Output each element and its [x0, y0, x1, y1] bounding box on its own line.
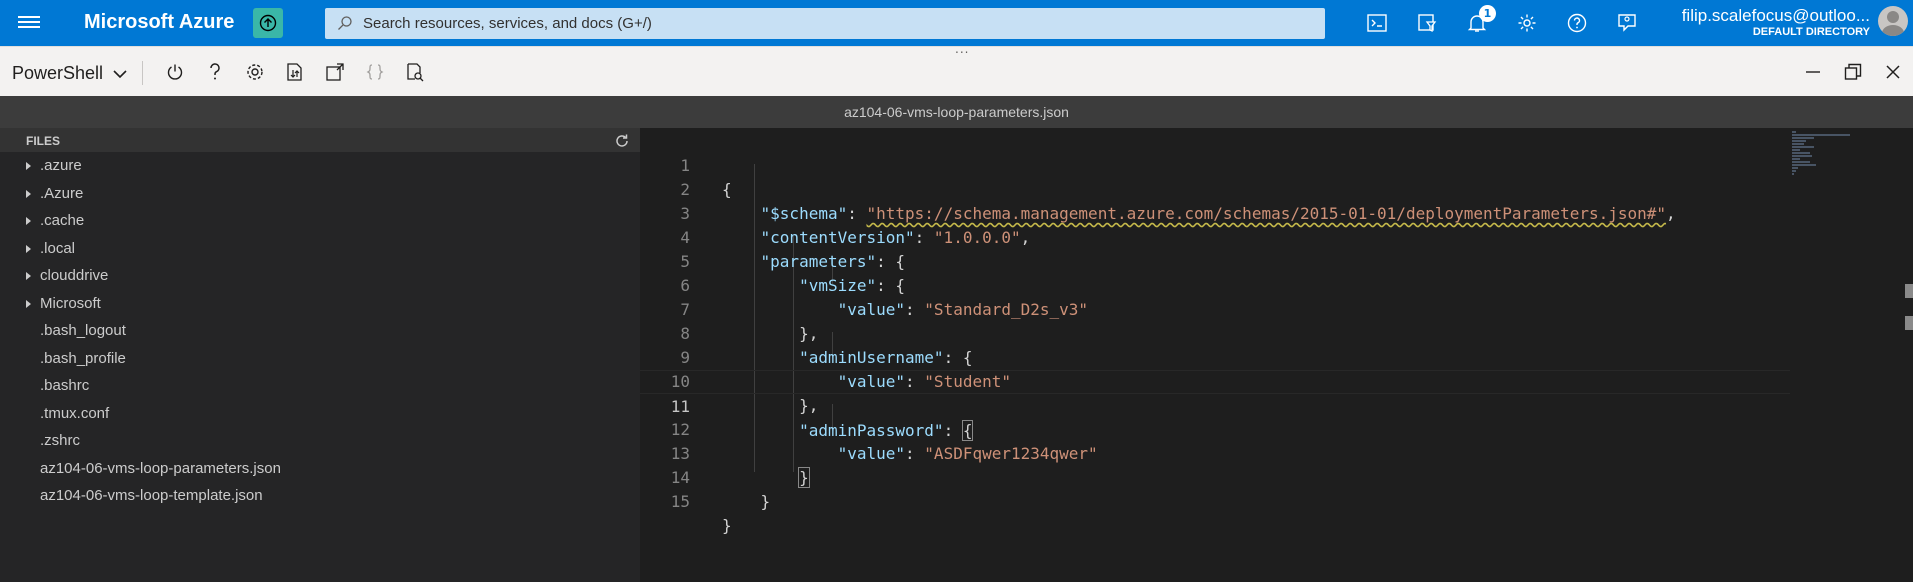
- folder-item[interactable]: .cache: [0, 207, 640, 235]
- feedback-icon[interactable]: [1602, 0, 1652, 46]
- folder-item[interactable]: clouddrive: [0, 262, 640, 290]
- code-line: 1 {: [640, 130, 1790, 199]
- scrollbar-marker: [1905, 316, 1913, 330]
- folder-label: .azure: [40, 157, 82, 174]
- settings-icon[interactable]: [1502, 0, 1552, 46]
- upgrade-icon[interactable]: [253, 8, 283, 38]
- file-item[interactable]: .zshrc: [0, 427, 640, 455]
- chevron-right-icon: [26, 162, 31, 170]
- folder-item[interactable]: .local: [0, 235, 640, 263]
- editor-file-title: az104-06-vms-loop-parameters.json: [0, 96, 1913, 128]
- portal-menu-icon[interactable]: [18, 13, 40, 33]
- folder-item[interactable]: .Azure: [0, 180, 640, 208]
- code-line: 6 "value": "Standard_D2s_v3": [640, 250, 1790, 319]
- notification-badge: 1: [1479, 5, 1496, 22]
- close-icon[interactable]: [1873, 57, 1913, 87]
- help-icon[interactable]: [1552, 0, 1602, 46]
- shell-type-select[interactable]: PowerShell: [12, 63, 127, 84]
- line-number: 15: [670, 492, 690, 511]
- explorer-header: FILES: [0, 128, 640, 152]
- shell-type-label: PowerShell: [12, 63, 104, 83]
- azure-top-bar: Microsoft Azure Search resources, servic…: [0, 0, 1913, 46]
- file-item[interactable]: .bashrc: [0, 372, 640, 400]
- code-line: 12 "value": "ASDFqwer1234qwer": [640, 394, 1790, 463]
- file-item[interactable]: az104-06-vms-loop-template.json: [0, 482, 640, 510]
- account-menu[interactable]: filip.scalefocus@outloo... DEFAULT DIREC…: [1670, 6, 1870, 38]
- file-item[interactable]: az104-06-vms-loop-parameters.json: [0, 455, 640, 483]
- restore-icon[interactable]: [1833, 57, 1873, 87]
- notifications-icon[interactable]: 1: [1452, 0, 1502, 46]
- web-preview-icon[interactable]: [395, 57, 435, 87]
- directory-filter-icon[interactable]: [1402, 0, 1452, 46]
- code-line-current: 11 "adminPassword": {: [640, 370, 1790, 441]
- code-line: 5 "vmSize": {: [640, 226, 1790, 295]
- chevron-right-icon: [26, 299, 31, 308]
- settings-icon[interactable]: [235, 57, 275, 87]
- chevron-right-icon: [26, 189, 31, 198]
- editor-braces-icon[interactable]: [355, 57, 395, 87]
- folder-label: .cache: [40, 212, 85, 229]
- account-directory: DEFAULT DIRECTORY: [1752, 26, 1870, 38]
- file-explorer: FILES .azure .Azure .cache .local cloudd…: [0, 128, 640, 582]
- file-item[interactable]: .bash_logout: [0, 317, 640, 345]
- brand-title[interactable]: Microsoft Azure: [84, 11, 234, 34]
- scrollbar-marker: [1905, 284, 1913, 298]
- code-line: 13 }: [640, 418, 1790, 488]
- chevron-right-icon: [26, 217, 31, 225]
- refresh-icon[interactable]: [614, 133, 630, 149]
- code-line: 9 "value": "Student": [640, 322, 1790, 391]
- search-input[interactable]: Search resources, services, and docs (G+…: [325, 8, 1325, 39]
- folder-label: .local: [40, 239, 76, 257]
- avatar[interactable]: [1878, 6, 1908, 36]
- code-line: 10 },: [640, 346, 1790, 415]
- folder-label: clouddrive: [40, 267, 109, 284]
- chevron-right-icon: [26, 272, 31, 280]
- cloud-shell-icon[interactable]: [1352, 0, 1402, 46]
- open-new-session-icon[interactable]: [315, 57, 355, 87]
- folder-item[interactable]: Microsoft: [0, 290, 640, 318]
- resize-handle[interactable]: ...: [955, 42, 969, 56]
- minimize-icon[interactable]: [1793, 57, 1833, 87]
- minimap[interactable]: [1792, 128, 1902, 582]
- folder-label: .Azure: [40, 184, 84, 202]
- code-line: 3 "contentVersion": "1.0.0.0",: [640, 178, 1790, 247]
- power-icon[interactable]: [155, 57, 195, 87]
- code-editor[interactable]: 1 { 2 "$schema": "https://schema.managem…: [640, 128, 1913, 582]
- folder-item[interactable]: .azure: [0, 152, 640, 180]
- code-line: 8 "adminUsername": {: [640, 298, 1790, 367]
- account-email: filip.scalefocus@outloo...: [1681, 6, 1870, 25]
- search-placeholder: Search resources, services, and docs (G+…: [363, 15, 652, 32]
- code-line: 2 "$schema": "https://schema.management.…: [640, 154, 1790, 223]
- file-item[interactable]: .bash_profile: [0, 345, 640, 373]
- explorer-header-label: FILES: [26, 134, 61, 148]
- folder-label: Microsoft: [40, 294, 101, 312]
- toolbar-divider: [142, 61, 143, 85]
- code-line: 15 }: [640, 466, 1790, 535]
- chevron-down-icon: [113, 69, 127, 78]
- help-icon[interactable]: [195, 57, 235, 87]
- upload-download-icon[interactable]: [275, 57, 315, 87]
- code-line: 14 }: [640, 442, 1790, 511]
- file-item[interactable]: .tmux.conf: [0, 400, 640, 428]
- search-icon: [338, 16, 352, 30]
- chevron-right-icon: [26, 244, 31, 253]
- code-line: 4 "parameters": {: [640, 202, 1790, 271]
- code-line: 7 },: [640, 274, 1790, 343]
